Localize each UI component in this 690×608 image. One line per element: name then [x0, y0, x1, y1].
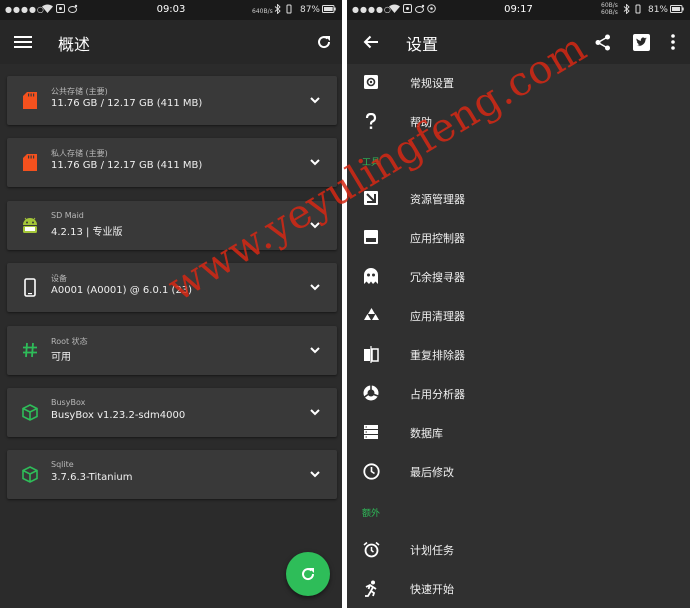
- menu-item-explorer[interactable]: 资源管理器: [347, 180, 690, 216]
- recycle-icon: [362, 306, 380, 324]
- page-title: 概述: [58, 35, 91, 54]
- chevron-down-icon[interactable]: [309, 219, 321, 231]
- network-speed-down: 60B/s: [601, 9, 618, 16]
- network-speed: 640B/s: [252, 8, 273, 15]
- card-value: 11.76 GB / 12.17 GB (411 MB): [51, 160, 203, 171]
- vibrate-icon: [285, 4, 293, 17]
- card-value: 11.76 GB / 12.17 GB (411 MB): [51, 98, 203, 109]
- card-root-status[interactable]: Root 状态 可用: [7, 326, 337, 375]
- menu-item-corpse-finder[interactable]: 冗余搜寻器: [347, 258, 690, 294]
- sd-card-icon: [21, 152, 39, 172]
- phone-icon: [21, 277, 39, 297]
- app-control-icon: [362, 228, 380, 246]
- menu-item-label: 计划任务: [410, 544, 454, 557]
- card-value: BusyBox v1.23.2-sdm4000: [51, 410, 186, 421]
- section-header-extra: 额外: [362, 509, 381, 519]
- battery-level: 87%: [299, 5, 320, 15]
- question-icon: [362, 112, 380, 130]
- card-private-storage[interactable]: 私人存储 (主要) 11.76 GB / 12.17 GB (411 MB): [7, 138, 337, 187]
- card-label: 设备: [51, 274, 67, 283]
- twitter-icon[interactable]: [630, 31, 652, 53]
- menu-item-label: 资源管理器: [410, 193, 465, 206]
- settings-screen: ●●●●○ 09:17 60B/s 60B/s 81% 设置 常规设置 帮助 工…: [347, 0, 690, 608]
- app-bar: 设置: [347, 20, 690, 64]
- chevron-down-icon[interactable]: [309, 344, 321, 356]
- card-label: Sqlite: [51, 460, 74, 469]
- menu-icon[interactable]: [12, 31, 34, 53]
- card-sd-maid[interactable]: SD Maid 4.2.13 | 专业版: [7, 201, 337, 250]
- overview-screen: ●●●●○ 09:03 640B/s 87% 概述 公共存储 (主要) 11.7…: [0, 0, 342, 608]
- menu-item-quick-start[interactable]: 快速开始: [347, 570, 690, 606]
- section-header-tools: 工具: [362, 158, 381, 168]
- card-busybox[interactable]: BusyBox BusyBox v1.23.2-sdm4000: [7, 388, 337, 437]
- card-label: BusyBox: [51, 398, 86, 407]
- card-public-storage[interactable]: 公共存储 (主要) 11.76 GB / 12.17 GB (411 MB): [7, 76, 337, 125]
- menu-item-last-modified[interactable]: 最后修改: [347, 453, 690, 489]
- menu-item-label: 最后修改: [410, 466, 454, 479]
- refresh-fab-button[interactable]: [286, 552, 330, 596]
- menu-item-label: 帮助: [410, 116, 432, 129]
- menu-item-label: 快速开始: [410, 583, 454, 596]
- menu-item-storage-analyzer[interactable]: 占用分析器: [347, 375, 690, 411]
- chevron-down-icon[interactable]: [309, 468, 321, 480]
- refresh-icon[interactable]: [313, 31, 335, 53]
- chevron-down-icon[interactable]: [309, 94, 321, 106]
- card-value: 可用: [51, 352, 71, 363]
- cube-icon: [21, 464, 39, 484]
- page-title: 设置: [406, 35, 439, 54]
- database-icon: [362, 423, 380, 441]
- card-label: 公共存储 (主要): [51, 87, 108, 96]
- chevron-down-icon[interactable]: [309, 281, 321, 293]
- battery-icon: [322, 5, 336, 16]
- vibrate-icon: [634, 4, 642, 17]
- clock-icon: [362, 462, 380, 480]
- explorer-icon: [362, 189, 380, 207]
- alarm-icon: [362, 540, 380, 558]
- menu-item-databases[interactable]: 数据库: [347, 414, 690, 450]
- donut-icon: [362, 384, 380, 402]
- menu-item-app-cleaner[interactable]: 应用清理器: [347, 297, 690, 333]
- card-label: Root 状态: [51, 337, 88, 346]
- menu-item-label: 数据库: [410, 427, 443, 440]
- card-value: 3.7.6.3-Titanium: [51, 472, 133, 483]
- menu-item-help[interactable]: 帮助: [347, 103, 690, 139]
- menu-item-label: 重复排除器: [410, 349, 465, 362]
- ghost-icon: [362, 267, 380, 285]
- bluetooth-icon: [274, 3, 281, 17]
- refresh-icon: [302, 568, 315, 581]
- cube-icon: [21, 402, 39, 422]
- android-icon: [21, 215, 39, 235]
- menu-item-label: 应用清理器: [410, 310, 465, 323]
- menu-item-label: 占用分析器: [410, 388, 465, 401]
- chevron-down-icon[interactable]: [309, 156, 321, 168]
- share-icon[interactable]: [592, 31, 614, 53]
- back-arrow-icon[interactable]: [360, 31, 382, 53]
- status-bar: ●●●●○ 09:17 60B/s 60B/s 81%: [347, 0, 690, 20]
- menu-item-duplicates[interactable]: 重复排除器: [347, 336, 690, 372]
- card-value: A0001 (A0001) @ 6.0.1 (23): [51, 285, 193, 296]
- card-label: 私人存储 (主要): [51, 149, 108, 158]
- menu-item-app-control[interactable]: 应用控制器: [347, 219, 690, 255]
- hash-icon: [21, 340, 39, 360]
- app-bar: 概述: [0, 20, 342, 64]
- more-options-icon[interactable]: [662, 31, 684, 53]
- menu-item-label: 应用控制器: [410, 232, 465, 245]
- run-icon: [362, 579, 380, 597]
- card-value: 4.2.13 | 专业版: [51, 227, 123, 238]
- menu-item-general-settings[interactable]: 常规设置: [347, 64, 690, 100]
- card-label: SD Maid: [51, 211, 84, 220]
- battery-icon: [670, 5, 684, 16]
- card-sqlite[interactable]: Sqlite 3.7.6.3-Titanium: [7, 450, 337, 499]
- card-device[interactable]: 设备 A0001 (A0001) @ 6.0.1 (23): [7, 263, 337, 312]
- duplicate-icon: [362, 345, 380, 363]
- battery-level: 81%: [647, 5, 668, 15]
- menu-item-scheduler[interactable]: 计划任务: [347, 531, 690, 567]
- gear-icon: [362, 73, 380, 91]
- sd-card-icon: [21, 90, 39, 110]
- chevron-down-icon[interactable]: [309, 406, 321, 418]
- menu-item-label: 常规设置: [410, 77, 454, 90]
- status-bar: ●●●●○ 09:03 640B/s 87%: [0, 0, 342, 20]
- menu-item-label: 冗余搜寻器: [410, 271, 465, 284]
- bluetooth-icon: [623, 3, 630, 17]
